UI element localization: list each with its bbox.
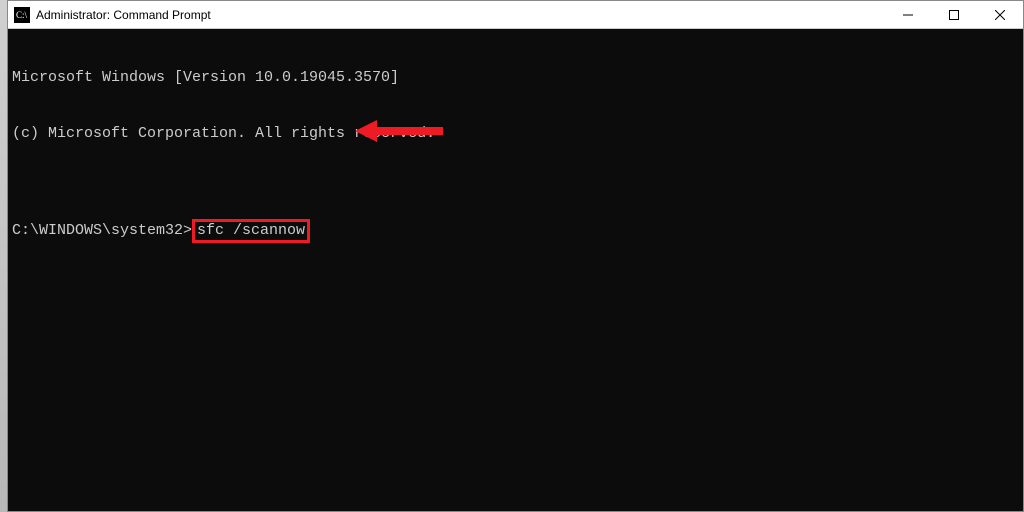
console-output-line: Microsoft Windows [Version 10.0.19045.35… — [12, 69, 1019, 88]
window-title: Administrator: Command Prompt — [36, 8, 885, 22]
titlebar[interactable]: C:\ Administrator: Command Prompt — [8, 1, 1023, 29]
minimize-button[interactable] — [885, 1, 931, 28]
command-highlight-box: sfc /scannow — [192, 219, 310, 244]
window-controls — [885, 1, 1023, 28]
console-output-line: (c) Microsoft Corporation. All rights re… — [12, 125, 1019, 144]
close-button[interactable] — [977, 1, 1023, 28]
cmd-icon: C:\ — [14, 7, 30, 23]
maximize-button[interactable] — [931, 1, 977, 28]
desktop-sliver — [0, 0, 7, 512]
console-prompt-line: C:\WINDOWS\system32> sfc /scannow — [12, 219, 1019, 244]
svg-text:C:\: C:\ — [16, 10, 28, 20]
typed-command: sfc /scannow — [197, 222, 305, 239]
command-prompt-window: C:\ Administrator: Command Prompt Micros… — [7, 0, 1024, 512]
console-area[interactable]: Microsoft Windows [Version 10.0.19045.35… — [8, 29, 1023, 511]
prompt-prefix: C:\WINDOWS\system32> — [12, 222, 192, 241]
